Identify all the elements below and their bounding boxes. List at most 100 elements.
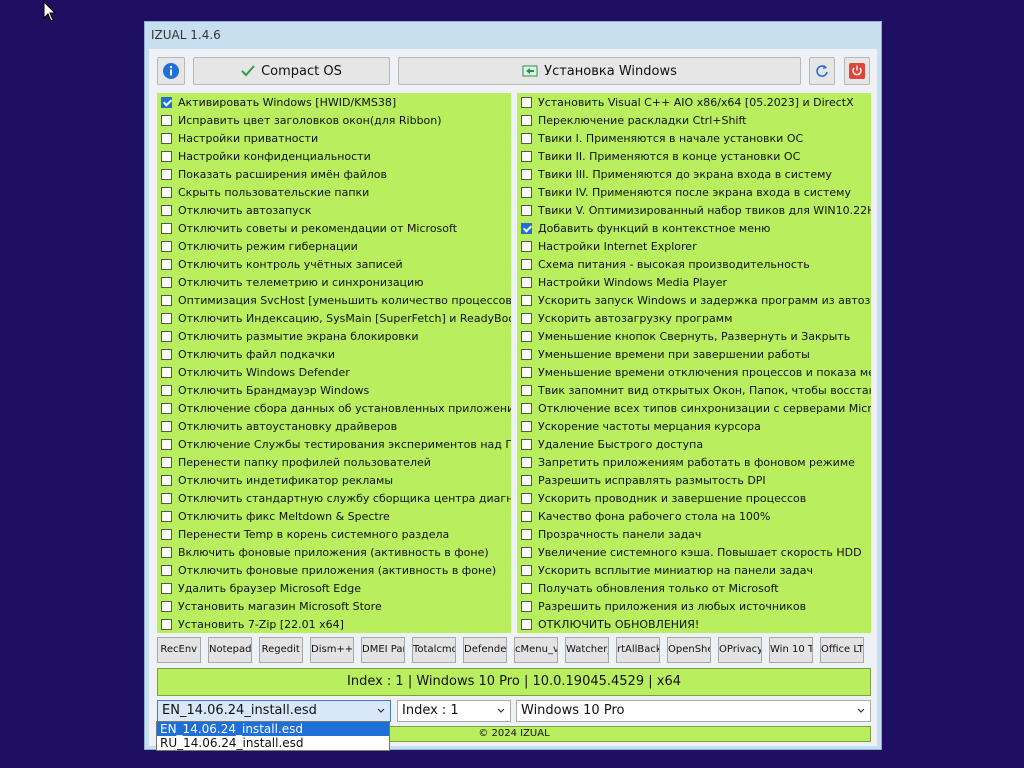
tool-button[interactable]: Dism++ [310, 637, 354, 663]
tweak-checkbox[interactable] [521, 96, 532, 108]
tweak-checkbox[interactable] [161, 384, 172, 396]
tweak-row[interactable]: Получать обновления только от Microsoft [517, 579, 871, 597]
tweak-checkbox[interactable] [161, 618, 172, 630]
tweak-row[interactable]: Твики II. Применяются в конце установки … [517, 147, 871, 165]
tweak-checkbox[interactable] [521, 438, 532, 450]
tweak-row[interactable]: Отключить размытие экрана блокировки [157, 327, 511, 345]
tweak-checkbox[interactable] [521, 456, 532, 468]
tweak-checkbox[interactable] [161, 240, 172, 252]
tweak-checkbox[interactable] [521, 402, 532, 414]
tweak-row[interactable]: Отключить Windows Defender [157, 363, 511, 381]
tool-button[interactable]: Totalcmd [412, 637, 456, 663]
tweak-checkbox[interactable] [521, 222, 532, 234]
tweak-checkbox[interactable] [161, 204, 172, 216]
tweak-checkbox[interactable] [161, 312, 172, 324]
tweak-checkbox[interactable] [161, 330, 172, 342]
tweak-row[interactable]: Показать расширения имён файлов [157, 165, 511, 183]
tweak-row[interactable]: Увеличение системного кэша. Повышает ско… [517, 543, 871, 561]
tweak-row[interactable]: Отключить фоновые приложения (активность… [157, 561, 511, 579]
tweak-checkbox[interactable] [521, 474, 532, 486]
tweak-row[interactable]: Уменьшение кнопок Свернуть, Развернуть и… [517, 327, 871, 345]
tweak-row[interactable]: Качество фона рабочего стола на 100% [517, 507, 871, 525]
tweak-row[interactable]: Отключить фикс Meltdown & Spectre [157, 507, 511, 525]
tweak-checkbox[interactable] [161, 438, 172, 450]
index-select[interactable]: Index : 1 [397, 700, 511, 722]
tweak-checkbox[interactable] [521, 330, 532, 342]
tweak-row[interactable]: Настройки Internet Explorer [517, 237, 871, 255]
tweak-checkbox[interactable] [161, 510, 172, 522]
tweak-row[interactable]: Отключить телеметрию и синхронизацию [157, 273, 511, 291]
tweak-row[interactable]: Ускорение частоты мерцания курсора [517, 417, 871, 435]
refresh-button[interactable] [809, 57, 835, 85]
tool-button[interactable]: RecEnv [157, 637, 201, 663]
tweak-checkbox[interactable] [161, 168, 172, 180]
tool-button[interactable]: DMEI Part [361, 637, 405, 663]
tweak-checkbox[interactable] [521, 204, 532, 216]
tweak-checkbox[interactable] [521, 132, 532, 144]
tweak-row[interactable]: Отключить советы и рекомендации от Micro… [157, 219, 511, 237]
tool-button[interactable]: OPrivacy [718, 637, 762, 663]
tweak-checkbox[interactable] [521, 366, 532, 378]
tweak-checkbox[interactable] [521, 258, 532, 270]
tweak-row[interactable]: Настройки приватности [157, 129, 511, 147]
tweak-checkbox[interactable] [521, 420, 532, 432]
tweak-row[interactable]: Уменьшение времени отключения процессов … [517, 363, 871, 381]
compact-os-button[interactable]: Compact OS [193, 57, 390, 85]
tweak-row[interactable]: Добавить функций в контекстное меню [517, 219, 871, 237]
tweak-row[interactable]: Отключить автозапуск [157, 201, 511, 219]
tweak-row[interactable]: Отключить стандартную службу сборщика це… [157, 489, 511, 507]
tweak-checkbox[interactable] [161, 402, 172, 414]
tweak-row[interactable]: Настройки конфиденциальности [157, 147, 511, 165]
tweak-row[interactable]: Ускорить проводник и завершение процессо… [517, 489, 871, 507]
dropdown-option[interactable]: RU_14.06.24_install.esd [157, 736, 389, 750]
tweak-row[interactable]: Уменьшение времени при завершении работы [517, 345, 871, 363]
tweak-row[interactable]: Удаление Быстрого доступа [517, 435, 871, 453]
tweak-checkbox[interactable] [521, 510, 532, 522]
tweak-checkbox[interactable] [161, 456, 172, 468]
tweak-row[interactable]: Отключить контроль учётных записей [157, 255, 511, 273]
tweak-checkbox[interactable] [521, 618, 532, 630]
tweak-row[interactable]: Переключение раскладки Ctrl+Shift [517, 111, 871, 129]
tweak-row[interactable]: Перенести папку профилей пользователей [157, 453, 511, 471]
edition-select[interactable]: Windows 10 Pro [516, 700, 871, 722]
tool-button[interactable]: rtAllBack [616, 637, 660, 663]
tweak-checkbox[interactable] [161, 600, 172, 612]
tweak-checkbox[interactable] [521, 276, 532, 288]
tool-button[interactable]: Regedit [259, 637, 303, 663]
tweak-row[interactable]: Включить фоновые приложения (активность … [157, 543, 511, 561]
tweak-row[interactable]: Твики III. Применяются до экрана входа в… [517, 165, 871, 183]
tweak-checkbox[interactable] [521, 546, 532, 558]
tweak-checkbox[interactable] [521, 528, 532, 540]
tweak-checkbox[interactable] [161, 582, 172, 594]
tweak-checkbox[interactable] [521, 186, 532, 198]
tweak-row[interactable]: Отключение сбора данных об установленных… [157, 399, 511, 417]
tweak-checkbox[interactable] [161, 420, 172, 432]
tweak-checkbox[interactable] [161, 294, 172, 306]
tool-button[interactable]: Office LT [820, 637, 864, 663]
tweak-row[interactable]: Активировать Windows [HWID/KMS38] [157, 93, 511, 111]
tweak-row[interactable]: Настройки Windows Media Player [517, 273, 871, 291]
tweak-row[interactable]: Установить Visual C++ AIO x86/x64 [05.20… [517, 93, 871, 111]
tweak-row[interactable]: Перенести Temp в корень системного разде… [157, 525, 511, 543]
tool-button[interactable]: cMenu_v [514, 637, 558, 663]
tweak-checkbox[interactable] [161, 366, 172, 378]
tweak-row[interactable]: Твики I. Применяются в начале установки … [517, 129, 871, 147]
tweak-row[interactable]: Схема питания - высокая производительнос… [517, 255, 871, 273]
tweak-checkbox[interactable] [521, 564, 532, 576]
tweak-checkbox[interactable] [161, 222, 172, 234]
tweak-checkbox[interactable] [161, 150, 172, 162]
tweak-row[interactable]: Оптимизация SvcHost [уменьшить количеств… [157, 291, 511, 309]
file-select[interactable]: EN_14.06.24_install.esd [157, 700, 391, 722]
dropdown-option[interactable]: EN_14.06.24_install.esd [157, 722, 389, 736]
tweak-checkbox[interactable] [161, 348, 172, 360]
tweak-checkbox[interactable] [521, 114, 532, 126]
tweak-checkbox[interactable] [521, 384, 532, 396]
tool-button[interactable]: Watcher_4 [565, 637, 609, 663]
tweak-checkbox[interactable] [161, 492, 172, 504]
power-button[interactable] [844, 57, 870, 85]
tweak-row[interactable]: Разрешить исправлять размытость DPI [517, 471, 871, 489]
info-button[interactable] [157, 57, 185, 85]
tweak-row[interactable]: Твик запомнит вид открытых Окон, Папок, … [517, 381, 871, 399]
tweak-row[interactable]: Отключение Службы тестирования экспериме… [157, 435, 511, 453]
tweak-checkbox[interactable] [521, 348, 532, 360]
